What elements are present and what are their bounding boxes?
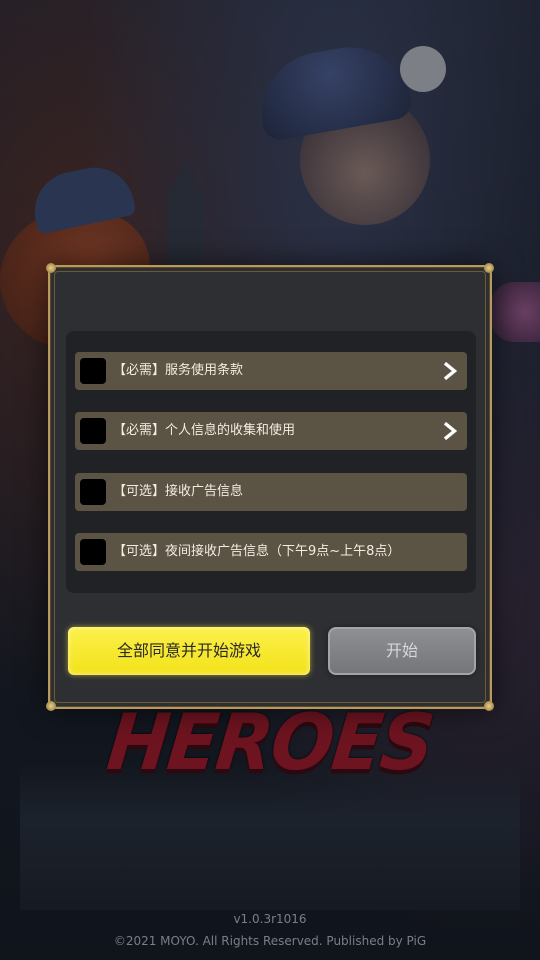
game-logo: HEROES <box>103 697 437 789</box>
castle-tower-art <box>168 160 204 270</box>
terms-dialog: 【必需】服务使用条款 【必需】个人信息的收集和使用 【可选】接收广告信息 【可选… <box>46 263 494 711</box>
terms-item-night-ads[interactable]: 【可选】夜间接收广告信息（下午9点~上午8点） <box>75 533 467 571</box>
frame-corner-ornament <box>46 263 56 273</box>
frame-corner-ornament <box>484 701 494 711</box>
moon-art <box>488 282 540 342</box>
frame-corner-ornament <box>484 263 494 273</box>
terms-item-ads[interactable]: 【可选】接收广告信息 <box>75 473 467 511</box>
terms-item-label: 【必需】个人信息的收集和使用 <box>113 423 296 438</box>
checkbox-night-ads[interactable] <box>80 539 106 565</box>
terms-item-label: 【可选】接收广告信息 <box>113 484 244 499</box>
chevron-right-icon[interactable] <box>441 360 461 382</box>
checkbox-ads[interactable] <box>80 479 106 505</box>
frame-corner-ornament <box>46 701 56 711</box>
terms-item-privacy[interactable]: 【必需】个人信息的收集和使用 <box>75 412 467 450</box>
bird-art <box>400 46 446 92</box>
start-button[interactable]: 开始 <box>328 627 476 675</box>
checkbox-privacy[interactable] <box>80 418 106 444</box>
copyright-label: ©2021 MOYO. All Rights Reserved. Publish… <box>113 934 427 948</box>
terms-item-service[interactable]: 【必需】服务使用条款 <box>75 352 467 390</box>
agree-all-start-button[interactable]: 全部同意并开始游戏 <box>68 627 310 675</box>
terms-list: 【必需】服务使用条款 【必需】个人信息的收集和使用 【可选】接收广告信息 【可选… <box>66 331 476 593</box>
dialog-title <box>50 287 490 311</box>
checkbox-service-terms[interactable] <box>80 358 106 384</box>
terms-item-label: 【可选】夜间接收广告信息（下午9点~上午8点） <box>113 544 401 559</box>
terms-item-label: 【必需】服务使用条款 <box>113 363 244 378</box>
version-label: v1.0.3r1016 <box>233 912 307 926</box>
chevron-right-icon[interactable] <box>441 420 461 442</box>
